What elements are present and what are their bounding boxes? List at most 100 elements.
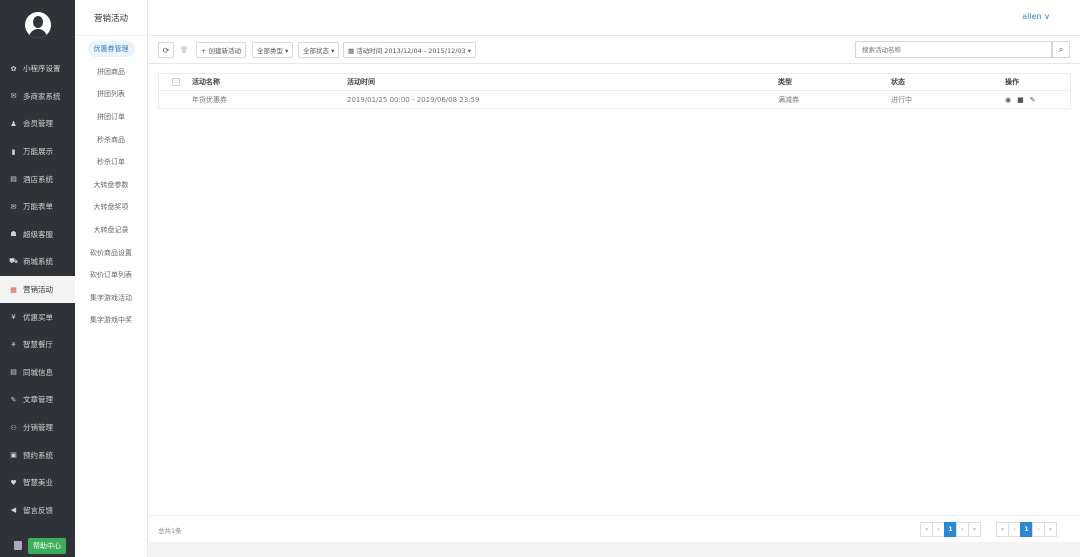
submenu-item-word-game[interactable]: 集字游戏活动 <box>75 287 147 310</box>
search-input[interactable] <box>855 41 1052 58</box>
sidebar-item-label: 会员管理 <box>23 119 53 129</box>
sidebar-item-label: 商城系统 <box>23 257 53 267</box>
delete-button[interactable]: 🗑 <box>177 42 191 58</box>
refresh-button[interactable]: ⟳ <box>158 42 174 58</box>
book-icon <box>14 541 22 550</box>
cell-actions: ◉ ■ ✎ <box>1005 96 1070 104</box>
bookmark-icon: ▮ <box>11 147 16 156</box>
type-filter-dropdown[interactable]: 全部类型 ▾ <box>252 42 294 58</box>
group-icon: ☗ <box>10 230 17 239</box>
sidebar-item-label: 超级客服 <box>23 229 53 239</box>
submenu-item-wheel-prizes[interactable]: 大转盘奖项 <box>75 196 147 219</box>
sidebar-item-local-info[interactable]: ▤ 同城信息 <box>0 359 75 387</box>
speaker-icon: ◀ <box>10 506 17 515</box>
column-header-actions: 操作 <box>1005 78 1019 86</box>
submenu-item-label: 大转盘记录 <box>93 226 129 235</box>
pagination: « ‹ 1 › » <box>920 522 981 537</box>
last-page-button[interactable]: » <box>1044 522 1057 537</box>
main-sidebar: ✿ 小程序设置 ✉ 多商家系统 ♟ 会员管理 ▮ 万能展示 ▤ 酒店系统 ✉ 万能表单 ☗ 超… <box>0 0 75 557</box>
submenu-item-label: 拼团商品 <box>97 67 125 76</box>
last-page-button[interactable]: » <box>968 522 981 537</box>
refresh-icon: ⟳ <box>162 45 170 55</box>
user-menu[interactable]: allen ∨ <box>1022 12 1050 21</box>
help-area: 帮助中心 <box>0 534 75 557</box>
submenu-item-coupons[interactable]: 优惠券管理 <box>75 38 147 61</box>
activity-table: 活动名称 活动时间 类型 状态 操作 年货优惠券 2019/01/25 00:0… <box>158 73 1071 109</box>
cart-icon: ⛟ <box>9 257 18 266</box>
status-filter-dropdown[interactable]: 全部状态 ▾ <box>298 42 340 58</box>
submenu-item-group-goods[interactable]: 拼团商品 <box>75 61 147 84</box>
select-all-cell <box>159 78 192 86</box>
submenu-item-wheel-params[interactable]: 大转盘参数 <box>75 174 147 197</box>
submenu-item-flash-orders[interactable]: 秒杀订单 <box>75 151 147 174</box>
sidebar-item-label: 多商家系统 <box>23 91 61 101</box>
sidebar-item-smart-restaurant[interactable]: ⚘ 智慧餐厅 <box>0 331 75 359</box>
sidebar-item-hotel[interactable]: ▤ 酒店系统 <box>0 165 75 193</box>
gear-icon: ✿ <box>10 64 17 73</box>
sidebar-item-feedback[interactable]: ◀ 留言反馈 <box>0 497 75 525</box>
envelope-icon: ✉ <box>10 92 17 101</box>
edit-icon[interactable]: ✎ <box>1030 96 1036 104</box>
yen-icon: ¥ <box>11 313 16 322</box>
user-icon: ♟ <box>10 119 17 128</box>
grid-color-icon: ▦ <box>10 285 17 294</box>
sidebar-item-mini-program-settings[interactable]: ✿ 小程序设置 <box>0 55 75 83</box>
submenu-item-label: 集字游戏中奖 <box>90 316 132 325</box>
sidebar-item-articles[interactable]: ✎ 文章管理 <box>0 386 75 414</box>
submenu-item-wheel-records[interactable]: 大转盘记录 <box>75 219 147 242</box>
sidebar-item-universal-display[interactable]: ▮ 万能展示 <box>0 138 75 166</box>
sidebar-menu: ✿ 小程序设置 ✉ 多商家系统 ♟ 会员管理 ▮ 万能展示 ▤ 酒店系统 ✉ 万能表单 ☗ 超… <box>0 55 75 524</box>
sidebar-item-marketing[interactable]: ▦ 营销活动 <box>0 275 75 304</box>
cell-activity-name: 年货优惠券 <box>192 95 227 104</box>
sidebar-item-discount-pay[interactable]: ¥ 优惠买单 <box>0 303 75 331</box>
submenu-item-label: 秒杀商品 <box>97 135 125 144</box>
submenu-item-label: 秒杀订单 <box>97 158 125 167</box>
select-all-checkbox[interactable] <box>171 78 180 86</box>
pagination: « ‹ 1 › » <box>996 522 1057 537</box>
sidebar-item-customer-service[interactable]: ☗ 超级客服 <box>0 221 75 249</box>
column-header-type: 类型 <box>778 78 792 86</box>
search-icon: ⌕ <box>1058 44 1064 54</box>
search-button[interactable]: ⌕ <box>1052 41 1070 58</box>
sidebar-item-label: 优惠买单 <box>23 312 53 322</box>
submenu-item-label: 大转盘奖项 <box>93 203 129 212</box>
cutlery-icon: ⚘ <box>10 340 17 349</box>
stop-icon[interactable]: ■ <box>1017 96 1024 104</box>
sidebar-item-label: 留言反馈 <box>23 505 53 515</box>
document-icon: ▤ <box>10 175 17 184</box>
submenu-item-bargain-orders[interactable]: 砍价订单列表 <box>75 264 147 287</box>
submenu-item-label: 拼团列表 <box>97 90 125 99</box>
sidebar-item-label: 预约系统 <box>23 450 53 460</box>
help-center-button[interactable]: 帮助中心 <box>28 537 66 554</box>
column-header-status: 状态 <box>891 78 905 86</box>
sidebar-item-mall[interactable]: ⛟ 商城系统 <box>0 248 75 276</box>
sidebar-item-distribution[interactable]: ⚇ 分销管理 <box>0 414 75 442</box>
submenu-item-flash-goods[interactable]: 秒杀商品 <box>75 128 147 151</box>
sidebar-item-members[interactable]: ♟ 会员管理 <box>0 110 75 138</box>
total-count: 总共1条 <box>158 527 182 535</box>
submenu-item-label: 砍价订单列表 <box>90 271 132 280</box>
submenu-item-bargain-goods[interactable]: 砍价商品设置 <box>75 241 147 264</box>
create-activity-button[interactable]: + 创建新活动 <box>196 42 247 58</box>
sidebar-item-label: 智慧美业 <box>23 478 53 488</box>
sidebar-item-label: 分销管理 <box>23 423 53 433</box>
avatar[interactable] <box>24 12 51 38</box>
sidebar-item-label: 文章管理 <box>23 395 53 405</box>
heart-icon: ♥ <box>10 478 17 487</box>
dashboard-icon[interactable]: ◉ <box>1005 96 1011 104</box>
sidebar-item-universal-form[interactable]: ✉ 万能表单 <box>0 193 75 221</box>
top-header: allen ∨ <box>148 0 1080 36</box>
toolbar: ⟳ 🗑 + 创建新活动 全部类型 ▾ 全部状态 ▾ ▦ 活动时间 2013/12… <box>148 36 1080 64</box>
date-range-dropdown[interactable]: ▦ 活动时间 2013/12/04 - 2015/12/03 ▾ <box>343 42 477 58</box>
submenu-item-group-orders[interactable]: 拼团订单 <box>75 106 147 129</box>
sidebar-item-label: 同城信息 <box>23 367 53 377</box>
submenu-item-group-list[interactable]: 拼团列表 <box>75 83 147 106</box>
submenu-item-word-game-winners[interactable]: 集字游戏中奖 <box>75 309 147 332</box>
sidebar-item-beauty[interactable]: ♥ 智慧美业 <box>0 469 75 497</box>
sidebar-item-multi-merchant[interactable]: ✉ 多商家系统 <box>0 83 75 111</box>
sidebar-item-label: 小程序设置 <box>23 64 61 74</box>
sidebar-item-booking[interactable]: ▣ 预约系统 <box>0 441 75 469</box>
table-header-row: 活动名称 活动时间 类型 状态 操作 <box>159 74 1070 91</box>
table-row: 年货优惠券 2019/01/25 00:00 - 2019/06/08 23:5… <box>159 91 1070 108</box>
cell-activity-status: 进行中 <box>891 95 912 104</box>
